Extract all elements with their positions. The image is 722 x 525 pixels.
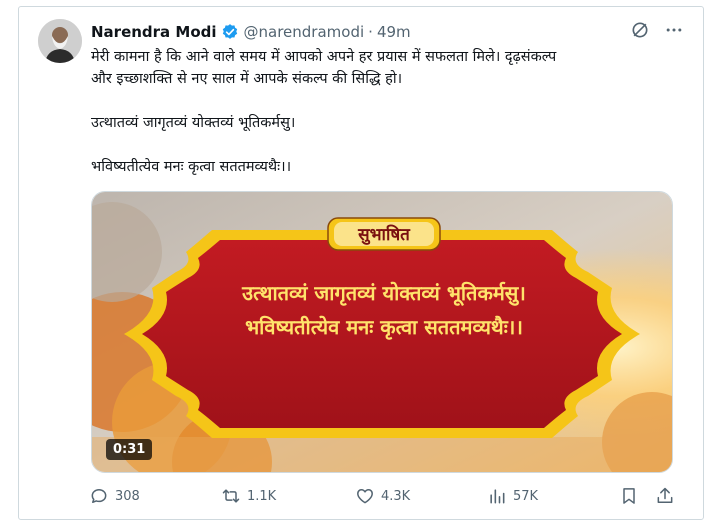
tweet-timestamp[interactable]: 49m [377,23,411,41]
views-button[interactable]: 57K [487,486,538,506]
video-duration: 0:31 [106,439,153,460]
tweet-line: मेरी कामना है कि आने वाले समय में आपको अ… [91,49,557,65]
reply-button[interactable]: 308 [89,486,140,506]
bookmark-button[interactable] [619,486,639,506]
view-count: 57K [513,488,539,504]
repost-icon [222,489,240,503]
tweet-line: भविष्यतीत्येव मनः कृत्वा सततमव्यथैः।। [91,159,292,175]
verified-badge-icon [221,23,239,41]
avatar[interactable] [38,19,82,63]
author-handle[interactable]: @narendramodi [244,23,365,41]
tweet-actions-bar: 308 1.1K 4.3K 57K [89,483,699,509]
more-options-icon[interactable] [663,19,685,41]
bookmark-icon [623,488,635,504]
video-player[interactable]: सुभाषित उत्थातव्यं जागृतव्यं योक्तव्यं भ… [91,191,673,473]
tweet-card[interactable]: Narendra Modi @narendramodi · 49m मेरी क… [18,6,704,520]
tweet-line: उत्थातव्यं जागृतव्यं योक्तव्यं भूतिकर्मस… [91,115,296,131]
tweet-top-actions [629,19,685,41]
repost-button[interactable]: 1.1K [221,486,276,506]
grok-icon[interactable] [629,19,651,41]
share-icon [657,487,673,503]
tweet-header: Narendra Modi @narendramodi · 49m [91,21,411,43]
like-button[interactable]: 4.3K [355,486,410,506]
reply-count: 308 [115,488,140,504]
verse-line-2: भविष्यतीत्येव मनः कृत्वा सततमव्यथैः।। [245,315,523,340]
heart-icon [357,489,373,504]
author-name[interactable]: Narendra Modi [91,23,217,41]
banner-title: सुभाषित [357,224,411,245]
verse-line-1: उत्थातव्यं जागृतव्यं योक्तव्यं भूतिकर्मस… [241,281,526,306]
video-thumbnail: सुभाषित उत्थातव्यं जागृतव्यं योक्तव्यं भ… [92,192,672,472]
separator-dot: · [368,23,373,41]
reply-icon [91,489,107,503]
bar-chart-icon [490,489,505,504]
tweet-text: मेरी कामना है कि आने वाले समय में आपको अ… [91,46,691,178]
repost-count: 1.1K [247,488,277,504]
share-button[interactable] [655,486,675,506]
tweet-line: और इच्छाशक्ति से नए साल में आपके संकल्प … [91,71,403,87]
like-count: 4.3K [381,488,411,504]
